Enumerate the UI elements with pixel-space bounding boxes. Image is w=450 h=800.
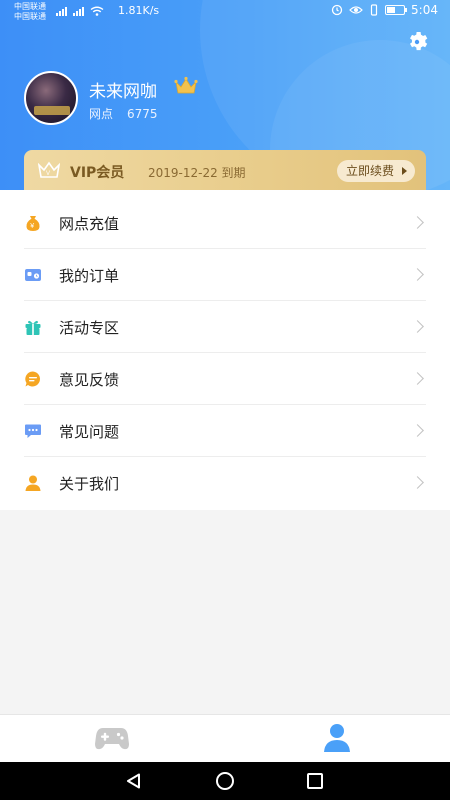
menu-label: 常见问题 bbox=[59, 423, 120, 441]
crown-icon bbox=[174, 76, 198, 94]
person-icon bbox=[25, 475, 41, 491]
vibrate-icon bbox=[370, 4, 378, 16]
user-icon[interactable] bbox=[324, 723, 350, 753]
chevron-right-icon bbox=[411, 216, 424, 229]
vip-crown-icon: V bbox=[38, 161, 60, 178]
svg-text:¥: ¥ bbox=[30, 223, 34, 230]
menu-item-about[interactable]: 关于我们 bbox=[0, 457, 450, 509]
wifi-icon bbox=[90, 6, 104, 16]
avatar[interactable] bbox=[24, 71, 78, 125]
vip-expiry: 2019-12-22 到期 bbox=[148, 166, 246, 180]
arrow-right-icon bbox=[402, 167, 407, 175]
menu-item-faq[interactable]: 常见问题 bbox=[0, 405, 450, 457]
home-circle-icon[interactable] bbox=[216, 772, 234, 790]
gamepad-icon[interactable] bbox=[95, 725, 129, 751]
menu-label: 网点充值 bbox=[59, 215, 120, 233]
chevron-right-icon bbox=[411, 268, 424, 281]
vip-title: VIP会员 bbox=[70, 165, 125, 181]
signal-icon bbox=[56, 6, 104, 16]
carrier-2: 中国联通 bbox=[14, 12, 46, 21]
menu-item-orders[interactable]: 我的订单 bbox=[0, 249, 450, 301]
system-nav-bar bbox=[0, 762, 450, 800]
menu-label: 活动专区 bbox=[59, 319, 120, 337]
gift-icon bbox=[25, 320, 41, 335]
points-info: 网点 6775 bbox=[89, 105, 158, 122]
carrier-1: 中国联通 bbox=[14, 2, 46, 11]
money-bag-icon: ¥ bbox=[26, 216, 40, 231]
menu-item-feedback[interactable]: 意见反馈 bbox=[0, 353, 450, 405]
points-label: 网点 bbox=[89, 107, 114, 121]
chevron-right-icon bbox=[411, 424, 424, 437]
chat-dots-icon bbox=[25, 424, 41, 438]
svg-text:V: V bbox=[46, 171, 50, 177]
recents-square-icon[interactable] bbox=[307, 773, 323, 789]
alarm-icon bbox=[331, 4, 343, 16]
status-right: 5:04 bbox=[331, 3, 438, 17]
chevron-right-icon bbox=[411, 476, 424, 489]
menu-item-recharge[interactable]: ¥ 网点充值 bbox=[0, 197, 450, 249]
eye-icon bbox=[349, 6, 363, 14]
menu-label: 关于我们 bbox=[59, 475, 120, 493]
menu-item-activities[interactable]: 活动专区 bbox=[0, 301, 450, 353]
battery-icon bbox=[385, 5, 408, 15]
feedback-bubble-icon bbox=[25, 371, 40, 387]
back-triangle-icon[interactable] bbox=[126, 773, 142, 789]
carrier-labels: 中国联通 中国联通 bbox=[14, 2, 46, 22]
menu-label: 意见反馈 bbox=[59, 371, 120, 389]
username: 未来网咖 bbox=[89, 82, 157, 102]
status-bar: 中国联通 中国联通 1.81K/s 5:04 bbox=[0, 0, 450, 24]
points-value: 6775 bbox=[127, 107, 158, 121]
clock: 5:04 bbox=[411, 3, 438, 17]
chevron-right-icon bbox=[411, 320, 424, 333]
renew-button[interactable]: 立即续费 bbox=[337, 160, 415, 182]
renew-label: 立即续费 bbox=[346, 164, 395, 178]
settings-gear-icon[interactable] bbox=[405, 30, 429, 54]
chevron-right-icon bbox=[411, 372, 424, 385]
network-speed: 1.81K/s bbox=[118, 4, 160, 17]
order-card-icon bbox=[25, 269, 41, 281]
tab-bar bbox=[0, 714, 450, 762]
menu-label: 我的订单 bbox=[59, 267, 120, 285]
menu-list: ¥ 网点充值 我的订单 活动专区 意见反馈 常见问题 关于我们 bbox=[0, 190, 450, 510]
